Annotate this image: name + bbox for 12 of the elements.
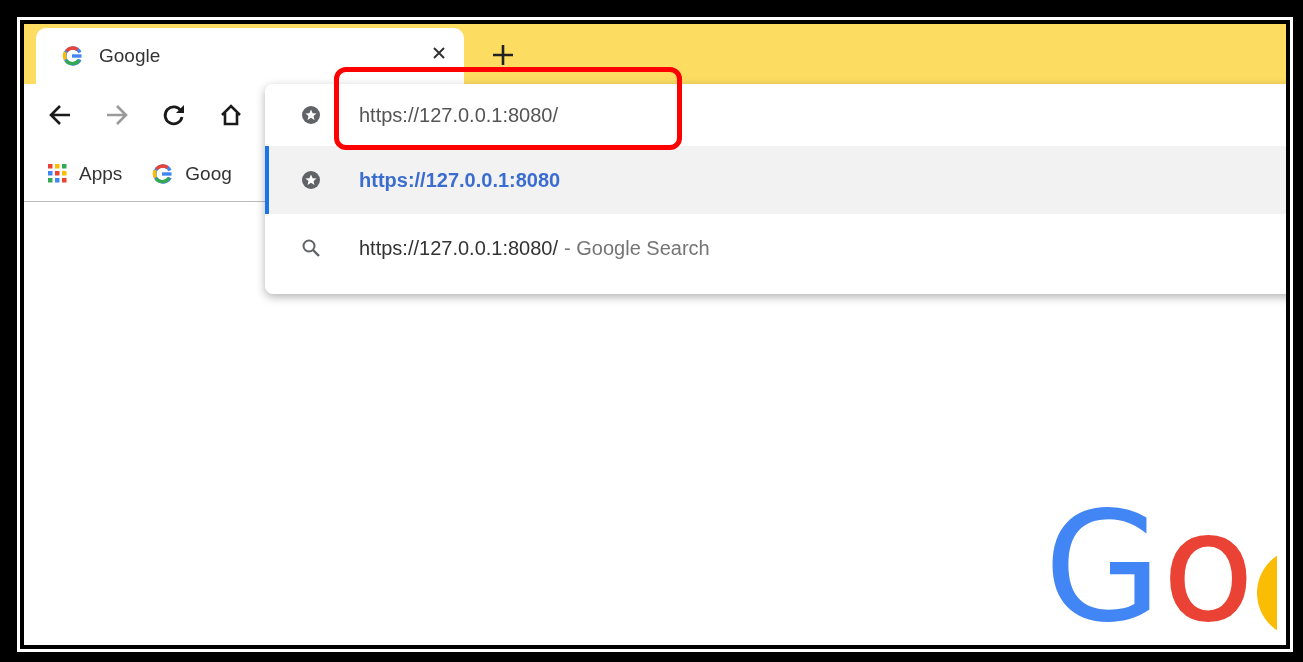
address-field[interactable]: https://127.0.0.1:8080/ [359,103,1059,127]
suggestion-text: https://127.0.0.1:8080 [359,168,561,192]
bookmark-link[interactable]: Apps [79,162,123,185]
suggestion-item[interactable]: https://127.0.0.1:8080/ - Google Search [265,214,1286,282]
tab-title: Google [99,45,162,67]
logo-letter: G [1044,492,1162,644]
browser-tab[interactable]: Google [36,28,464,84]
logo-letter: o [1161,492,1255,644]
bookmark-link[interactable]: Goog [185,162,232,185]
suggestion-text: https://127.0.0.1:8080/ [359,236,559,260]
suggestion-item[interactable]: https://127.0.0.1:8080 [265,146,1286,214]
suggestion-description: - Google Search [564,236,710,260]
